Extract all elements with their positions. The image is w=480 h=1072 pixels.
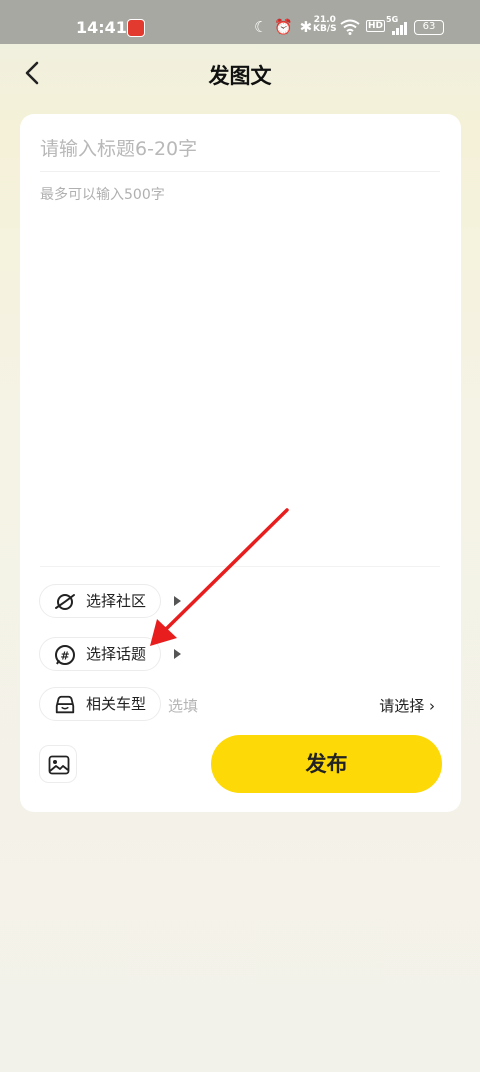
car-icon [55, 695, 75, 714]
related-car-model-label: 相关车型 [86, 695, 147, 713]
post-editor-card: 选择社区 # 选择话题 相关车型 选填 请选择 › 发布 [20, 114, 461, 812]
car-model-select-link[interactable]: 请选择 › [379, 695, 435, 716]
wifi-icon [340, 19, 360, 35]
select-community-button[interactable]: 选择社区 [39, 584, 162, 618]
chevron-right-icon: › [429, 697, 435, 715]
page-title: 发图文 [208, 64, 272, 88]
add-image-button[interactable] [39, 745, 77, 783]
navbar: 发图文 [0, 44, 480, 104]
svg-text:#: # [60, 650, 69, 663]
signal-icon [392, 22, 407, 35]
app-notification-icon [127, 19, 145, 37]
body-textarea[interactable] [40, 184, 440, 554]
battery-indicator: 63 [414, 20, 444, 35]
divider [40, 566, 440, 567]
status-time: 14:41 [76, 18, 127, 37]
related-car-model-button[interactable]: 相关车型 [39, 687, 162, 721]
select-topic-button[interactable]: # 选择话题 [39, 637, 162, 671]
select-topic-label: 选择话题 [86, 645, 147, 663]
community-expand-icon[interactable] [174, 596, 181, 606]
car-model-select-label: 请选择 [379, 697, 425, 715]
title-input[interactable] [40, 134, 440, 164]
network-speed: 21.0 KB/S [313, 16, 337, 34]
topic-expand-icon[interactable] [174, 649, 181, 659]
image-icon [48, 755, 70, 775]
planet-icon [55, 594, 75, 610]
status-bar: 14:41 ☾ ⏰ ✱ 21.0 KB/S HD 5G 63 [0, 0, 480, 44]
network-speed-unit: KB/S [313, 24, 337, 34]
optional-hint: 选填 [168, 697, 199, 715]
status-icons: ☾ ⏰ ✱ [254, 18, 314, 36]
select-community-label: 选择社区 [86, 592, 147, 610]
hashtag-icon: # [55, 645, 75, 665]
publish-button[interactable]: 发布 [211, 735, 442, 793]
hd-badge: HD [366, 20, 386, 32]
divider [40, 171, 440, 172]
